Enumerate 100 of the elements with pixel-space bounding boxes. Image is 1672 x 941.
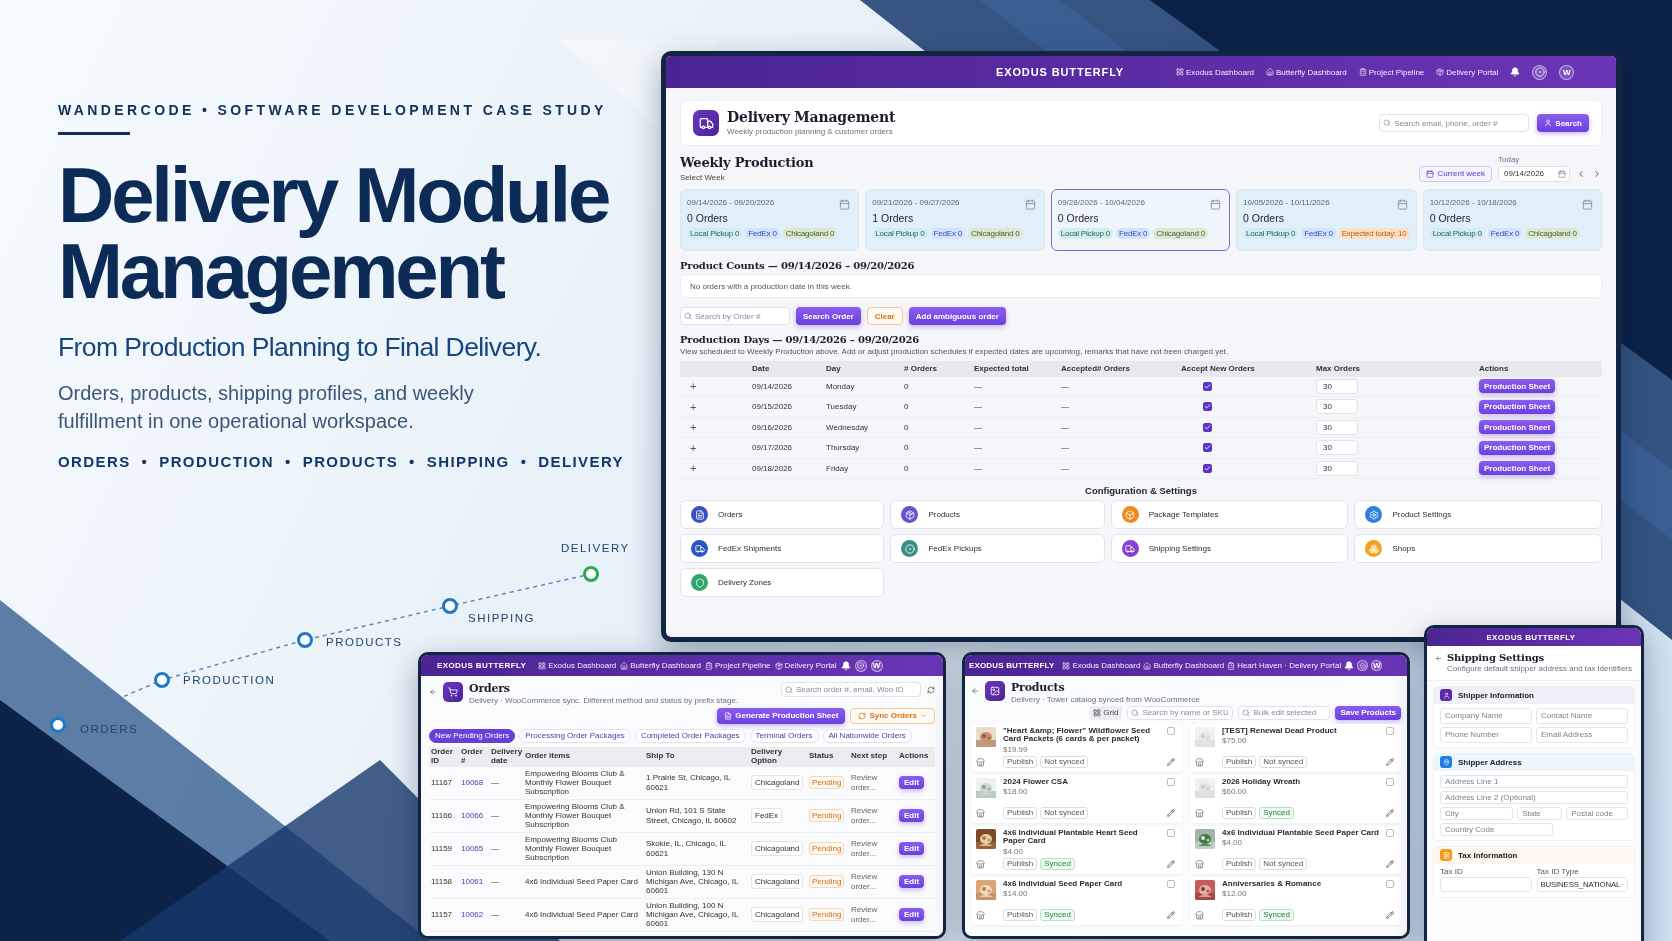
order-link[interactable]: 10061 bbox=[461, 877, 484, 887]
input-field[interactable]: Postal code bbox=[1566, 806, 1628, 820]
edit-icon[interactable] bbox=[1386, 758, 1394, 767]
settings-tile[interactable]: FedEx Shipments bbox=[680, 534, 885, 564]
week-card[interactable]: 09/14/2026 - 09/20/2026 0 Orders Local Pickup 0 FedEx 0 Chicagoland 0 bbox=[680, 189, 860, 251]
tab[interactable]: All Nationwide Orders bbox=[822, 728, 912, 743]
checkbox[interactable] bbox=[1167, 879, 1175, 888]
production-sheet-button[interactable]: Production Sheet bbox=[1479, 420, 1556, 435]
expand-button[interactable]: + bbox=[680, 421, 697, 434]
edit-button[interactable]: Edit bbox=[899, 809, 925, 823]
search-field[interactable]: Search by name or SKU bbox=[1127, 705, 1234, 720]
edit-icon[interactable] bbox=[1167, 758, 1175, 767]
input-field[interactable]: City bbox=[1440, 806, 1514, 820]
edit-icon[interactable] bbox=[1386, 911, 1394, 920]
save-products-button[interactable]: Save Products bbox=[1335, 705, 1401, 720]
edit-button[interactable]: Edit bbox=[899, 776, 925, 790]
settings-tile[interactable]: Product Settings bbox=[1354, 500, 1602, 530]
settings-tile[interactable]: Shipping Settings bbox=[1110, 534, 1349, 564]
settings-tile[interactable]: Package Templates bbox=[1110, 500, 1349, 530]
bell-icon[interactable] bbox=[1344, 660, 1355, 671]
input-field[interactable]: Company Name bbox=[1440, 707, 1532, 724]
edit-icon[interactable] bbox=[1167, 860, 1175, 869]
edit-icon[interactable] bbox=[1386, 860, 1394, 869]
nav-link[interactable]: Delivery Portal bbox=[1436, 67, 1499, 77]
nav-link[interactable]: Exodus Dashboard bbox=[1175, 67, 1254, 77]
tab[interactable]: Terminal Orders bbox=[749, 728, 819, 743]
checkbox[interactable] bbox=[1386, 879, 1394, 888]
nav-link[interactable]: Butterfly Dashboard bbox=[1143, 661, 1225, 670]
production-sheet-button[interactable]: Production Sheet bbox=[1479, 440, 1556, 455]
user-avatar[interactable]: W bbox=[870, 659, 883, 672]
settings-tile[interactable]: FedEx Pickups bbox=[890, 534, 1105, 564]
user-avatar[interactable]: W bbox=[1371, 660, 1383, 671]
search-field[interactable]: Search by Order # bbox=[680, 307, 790, 325]
expand-button[interactable]: + bbox=[680, 441, 697, 454]
product-card[interactable]: 4x6 Individual Plantable Seed Paper Card $4.00 Publish Not synced bbox=[1190, 825, 1401, 874]
checkbox[interactable] bbox=[1167, 777, 1175, 786]
tab[interactable]: New Pending Orders bbox=[429, 728, 516, 743]
max-orders-field[interactable]: 30 bbox=[1316, 460, 1358, 476]
help-icon[interactable] bbox=[854, 659, 867, 672]
product-card[interactable]: Anniversaries & Romance $12.00 Publish Synced bbox=[1190, 876, 1401, 925]
checkbox[interactable] bbox=[1167, 726, 1175, 735]
input-field[interactable]: Address Line 1 bbox=[1440, 774, 1628, 788]
production-sheet-button[interactable]: Production Sheet bbox=[1479, 399, 1556, 414]
back-arrow-icon[interactable] bbox=[971, 687, 979, 695]
edit-button[interactable]: Edit bbox=[899, 842, 925, 856]
nav-link[interactable]: Heart Haven · Delivery Portal bbox=[1227, 661, 1342, 670]
order-link[interactable]: 10068 bbox=[461, 778, 484, 788]
input-field[interactable]: Email Address bbox=[1536, 726, 1628, 743]
checkbox[interactable] bbox=[1386, 777, 1394, 786]
product-card[interactable]: 2026 Holiday Wreath $60.00 Publish Synced bbox=[1190, 774, 1401, 823]
input-field[interactable]: Country Code bbox=[1440, 822, 1553, 836]
nav-link[interactable]: Project Pipeline bbox=[1358, 67, 1425, 77]
order-link[interactable]: 10066 bbox=[461, 811, 484, 821]
expand-button[interactable]: + bbox=[680, 380, 697, 393]
week-card[interactable]: 10/05/2026 - 10/11/2026 0 Orders Local Pickup 0 FedEx 0 Expected today: 10 bbox=[1236, 189, 1417, 251]
next-icon[interactable] bbox=[1592, 168, 1602, 179]
back-arrow-icon[interactable] bbox=[1435, 655, 1442, 662]
expand-button[interactable]: + bbox=[680, 462, 697, 475]
production-sheet-button[interactable]: Production Sheet bbox=[1479, 461, 1556, 476]
product-card[interactable]: "Heart &amp; Flower" Wildflower Seed Card Packets (6 cards & per packet) $19.99 Publish Not synced bbox=[971, 723, 1182, 772]
previous-icon[interactable] bbox=[1576, 168, 1586, 179]
edit-icon[interactable] bbox=[1167, 911, 1175, 920]
settings-tile[interactable]: Shops bbox=[1354, 534, 1602, 564]
refresh-icon[interactable] bbox=[927, 686, 935, 694]
date-field[interactable]: 09/14/2026 bbox=[1498, 165, 1570, 182]
nav-link[interactable]: Delivery Portal bbox=[774, 661, 837, 670]
help-icon[interactable] bbox=[1357, 660, 1369, 671]
product-card[interactable]: 2024 Flower CSA $18.00 Publish Not synced bbox=[971, 774, 1182, 823]
nav-link[interactable]: Project Pipeline bbox=[705, 661, 771, 670]
max-orders-field[interactable]: 30 bbox=[1316, 440, 1358, 456]
search-button[interactable]: Search bbox=[1537, 114, 1589, 132]
product-card[interactable]: 4x6 Individual Seed Paper Card $14.00 Publish Synced bbox=[971, 876, 1182, 925]
max-orders-field[interactable]: 30 bbox=[1316, 378, 1358, 394]
search-order-button[interactable]: Search Order bbox=[796, 307, 861, 325]
checkbox[interactable] bbox=[1203, 381, 1212, 391]
view-toggle[interactable]: Grid bbox=[1089, 705, 1123, 720]
user-avatar[interactable]: W bbox=[1559, 64, 1575, 80]
nav-link[interactable]: Exodus Dashboard bbox=[1062, 661, 1141, 670]
help-icon[interactable] bbox=[1532, 64, 1548, 80]
search-field[interactable]: Search email, phone, order # bbox=[1379, 114, 1530, 132]
input-field[interactable]: Phone Number bbox=[1440, 726, 1532, 743]
bell-icon[interactable] bbox=[840, 660, 851, 671]
production-sheet-button[interactable]: Production Sheet bbox=[1479, 379, 1556, 394]
search-field[interactable]: Search order #, email, Woo ID bbox=[781, 682, 921, 697]
checkbox[interactable] bbox=[1386, 726, 1394, 735]
add-order-button[interactable]: Add ambiguous order bbox=[908, 307, 1006, 325]
settings-tile[interactable]: Products bbox=[890, 500, 1105, 530]
product-card[interactable]: [TEST] Renewal Dead Product $75.00 Publish Not synced bbox=[1190, 723, 1401, 772]
nav-link[interactable]: Exodus Dashboard bbox=[538, 661, 617, 670]
checkbox[interactable] bbox=[1203, 422, 1212, 432]
input-field[interactable]: Contact Name bbox=[1536, 707, 1628, 724]
nav-link[interactable]: Butterfly Dashboard bbox=[620, 661, 701, 670]
week-card[interactable]: 09/21/2026 - 09/27/2026 1 Orders Local Pickup 0 FedEx 0 Chicagoland 0 bbox=[865, 189, 1045, 251]
edit-button[interactable]: Edit bbox=[899, 875, 925, 889]
edit-icon[interactable] bbox=[1386, 809, 1394, 818]
input-field[interactable] bbox=[1440, 877, 1532, 893]
settings-tile[interactable]: Orders bbox=[680, 500, 885, 530]
edit-icon[interactable] bbox=[1167, 809, 1175, 818]
nav-link[interactable]: Butterfly Dashboard bbox=[1266, 67, 1347, 77]
bell-icon[interactable] bbox=[1510, 67, 1521, 77]
